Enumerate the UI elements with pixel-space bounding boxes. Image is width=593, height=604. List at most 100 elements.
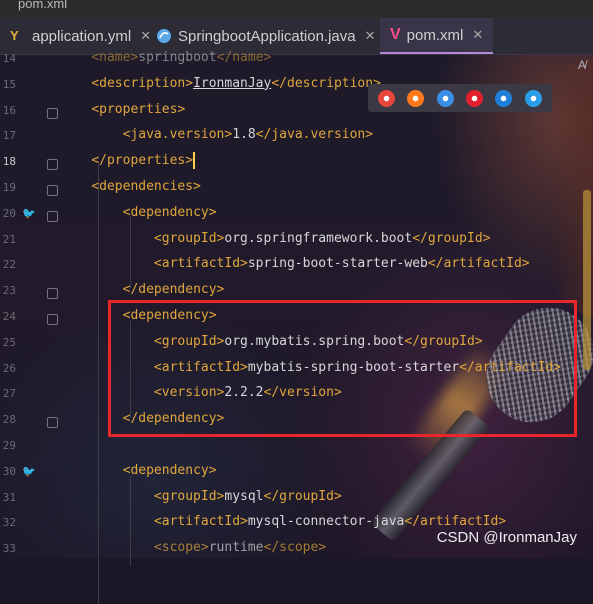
xml-open-tag: <dependency> bbox=[122, 204, 217, 220]
code-line[interactable]: <groupId>org.springframework.boot</group… bbox=[60, 228, 491, 250]
xml-open-tag: <groupId> bbox=[153, 488, 225, 504]
xml-text-value: mysql bbox=[224, 488, 264, 504]
xml-open-tag: <dependency> bbox=[122, 462, 217, 478]
line-number[interactable]: 28 bbox=[0, 413, 16, 426]
xml-open-tag: <scope> bbox=[153, 540, 209, 556]
code-line[interactable]: <dependency> bbox=[60, 460, 217, 482]
close-icon[interactable]: ✕ bbox=[472, 27, 483, 43]
xml-close-tag: </description> bbox=[271, 75, 381, 91]
code-line[interactable]: </properties> bbox=[60, 150, 196, 172]
line-number[interactable]: 23 bbox=[0, 284, 16, 297]
code-line[interactable]: <java.version>1.8</java.version> bbox=[60, 124, 373, 146]
xml-close-tag: </java.version> bbox=[255, 127, 374, 143]
line-number[interactable]: 26 bbox=[0, 362, 16, 375]
xml-close-tag: </artifactId> bbox=[427, 256, 530, 272]
watermark: CSDN @IronmanJay bbox=[436, 529, 577, 546]
xml-open-tag: </properties> bbox=[91, 153, 194, 169]
tab-label: SpringbootApplication.java bbox=[178, 27, 356, 45]
firefox-icon[interactable] bbox=[407, 89, 425, 107]
fold-toggle-icon[interactable] bbox=[47, 288, 58, 300]
line-number[interactable]: 30 bbox=[0, 465, 16, 478]
line-number[interactable]: 25 bbox=[0, 336, 16, 349]
xml-close-tag: </artifactId> bbox=[404, 514, 507, 530]
edge-icon[interactable] bbox=[524, 89, 542, 107]
fold-toggle-icon[interactable] bbox=[47, 417, 58, 429]
line-number[interactable]: 27 bbox=[0, 387, 16, 400]
maven-pom-icon: V bbox=[390, 26, 401, 43]
xml-open-tag: <dependencies> bbox=[91, 179, 201, 194]
top-strip: pom.xml bbox=[0, 0, 593, 18]
xml-open-tag: <groupId> bbox=[153, 230, 225, 246]
open-in-browser-popup bbox=[368, 84, 552, 112]
maven-dependency-gutter-icon[interactable]: 🐦 bbox=[22, 465, 36, 478]
opera-icon[interactable] bbox=[466, 89, 484, 107]
line-number[interactable]: 16 bbox=[0, 104, 16, 117]
line-number-gutter: 14 15 16 17 18 19 20 🐦 21 22 23 24 25 26 27 28 29 30 🐦 31 32… bbox=[0, 52, 58, 558]
xml-open-tag: </dependency> bbox=[122, 282, 225, 298]
xml-text-value: springboot bbox=[138, 50, 217, 65]
xml-text-value: spring-boot-starter-web bbox=[247, 256, 428, 272]
line-number[interactable]: 31 bbox=[0, 491, 16, 504]
xml-text-value: 1.8 bbox=[232, 127, 256, 143]
xml-close-tag: </groupId> bbox=[412, 230, 491, 246]
code-line[interactable]: </dependency> bbox=[60, 279, 225, 301]
xml-close-tag: </groupId> bbox=[263, 488, 342, 504]
xml-open-tag: <properties> bbox=[91, 101, 186, 117]
xml-text-value: IronmanJay bbox=[193, 75, 272, 91]
java-class-icon bbox=[156, 28, 172, 44]
xml-open-tag: <java.version> bbox=[122, 127, 233, 143]
line-number[interactable]: 21 bbox=[0, 233, 16, 246]
yaml-file-icon: Y bbox=[10, 28, 19, 43]
line-number[interactable]: 17 bbox=[0, 129, 16, 142]
code-line[interactable]: <name>springboot</name> bbox=[60, 47, 271, 69]
tab-label: application.yml bbox=[32, 27, 132, 45]
line-number[interactable]: 20 bbox=[0, 207, 16, 220]
fold-toggle-icon[interactable] bbox=[47, 185, 58, 196]
highlight-annotation-box bbox=[108, 300, 577, 437]
editor-scrollbar-marker[interactable] bbox=[583, 190, 591, 370]
line-number[interactable]: 15 bbox=[0, 78, 16, 91]
xml-text-value: runtime bbox=[208, 540, 264, 556]
line-number[interactable]: 29 bbox=[0, 439, 16, 452]
code-line[interactable]: <dependency> bbox=[60, 202, 217, 224]
fold-toggle-icon[interactable] bbox=[47, 314, 58, 325]
close-icon[interactable]: ✕ bbox=[365, 28, 376, 44]
xml-text-value: mysql-connector-java bbox=[247, 514, 405, 530]
code-line[interactable]: <scope>runtime</scope> bbox=[60, 537, 326, 559]
tab-label: pom.xml bbox=[406, 26, 464, 44]
line-number[interactable]: 24 bbox=[0, 310, 16, 323]
line-number[interactable]: 32 bbox=[0, 516, 16, 529]
line-number[interactable]: 19 bbox=[0, 181, 16, 194]
maven-dependency-gutter-icon[interactable]: 🐦 bbox=[22, 207, 36, 220]
xml-text-value: org.springframework.boot bbox=[224, 230, 413, 246]
code-line[interactable]: <groupId>mysql</groupId> bbox=[60, 486, 342, 508]
line-number[interactable]: 22 bbox=[0, 258, 16, 271]
line-number[interactable]: 33 bbox=[0, 542, 16, 555]
fold-toggle-icon[interactable] bbox=[47, 210, 58, 222]
xml-open-tag: <name> bbox=[91, 50, 139, 65]
code-line[interactable]: <dependencies> bbox=[60, 176, 201, 198]
reader-mode-icon[interactable]: A̸ bbox=[578, 58, 586, 72]
tab-pom-xml[interactable]: V pom.xml ✕ bbox=[380, 18, 494, 54]
ie-icon[interactable] bbox=[495, 89, 513, 107]
safari-icon[interactable] bbox=[436, 89, 454, 107]
line-number[interactable]: 14 bbox=[0, 52, 16, 65]
code-line[interactable]: <artifactId>spring-boot-starter-web</art… bbox=[60, 253, 530, 275]
chrome-icon[interactable] bbox=[378, 89, 396, 107]
fold-toggle-icon[interactable] bbox=[47, 107, 58, 119]
code-line[interactable]: <description>IronmanJay</description> bbox=[60, 73, 381, 95]
fold-toggle-icon[interactable] bbox=[47, 159, 58, 171]
line-number[interactable]: 18 bbox=[0, 155, 16, 168]
code-line[interactable]: <properties> bbox=[60, 99, 185, 121]
